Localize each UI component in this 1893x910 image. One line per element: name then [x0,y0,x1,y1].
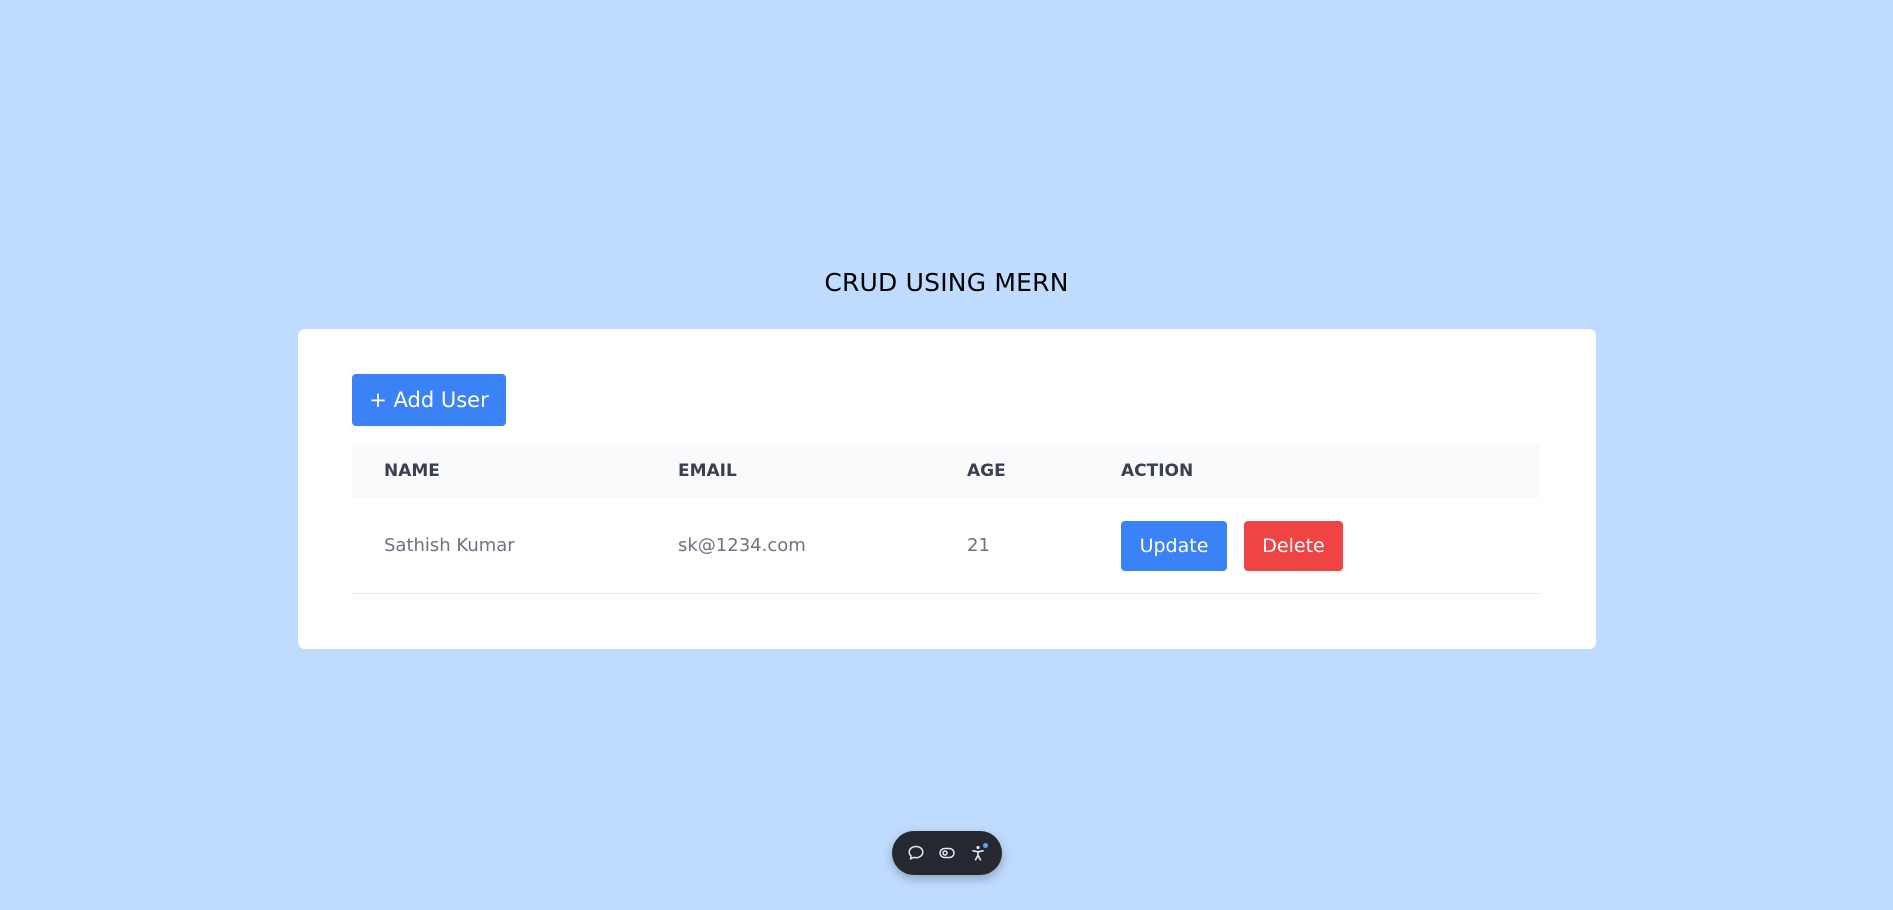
users-card: + Add User NAME EMAIL AGE ACTION Sathish… [298,329,1596,649]
add-user-button[interactable]: + Add User [352,374,506,426]
header-action: ACTION [1121,461,1194,481]
row-actions: Update Delete [1121,521,1343,571]
table-header: NAME EMAIL AGE ACTION [352,444,1540,498]
header-name: NAME [384,461,440,481]
table-row: Sathish Kumar sk@1234.com 21 Update Dele… [352,498,1540,594]
delete-button[interactable]: Delete [1244,521,1343,571]
cell-email: sk@1234.com [678,535,806,556]
notification-dot [983,843,988,848]
eye-toggle-icon[interactable] [934,840,960,866]
update-button[interactable]: Update [1121,521,1227,571]
cell-age: 21 [967,535,990,556]
header-age: AGE [967,461,1006,481]
floating-toolbar [892,831,1002,875]
header-email: EMAIL [678,461,737,481]
cell-name: Sathish Kumar [384,535,515,556]
users-table: NAME EMAIL AGE ACTION Sathish Kumar sk@1… [352,444,1540,594]
accessibility-icon[interactable] [965,840,991,866]
page-title: CRUD USING MERN [824,268,1069,297]
comment-icon[interactable] [903,840,929,866]
